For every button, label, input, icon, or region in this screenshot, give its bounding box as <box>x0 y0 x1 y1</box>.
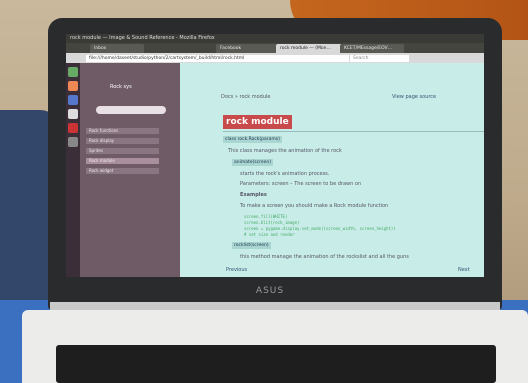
launcher-icon[interactable] <box>68 95 78 105</box>
view-source-link[interactable]: View page source <box>392 94 436 100</box>
search-input[interactable]: Search <box>350 55 409 62</box>
window-titlebar: rock module — Image & Sound Reference - … <box>66 34 484 43</box>
sidebar-item[interactable]: Rock display <box>86 138 159 144</box>
sidebar-item[interactable]: Rock widget <box>86 168 159 174</box>
window-title: rock module — Image & Sound Reference - … <box>70 35 215 41</box>
laptop-screen: rock module — Image & Sound Reference - … <box>66 34 484 277</box>
class-signature: class rock.Rock(params) <box>223 136 282 143</box>
code-line: screen = pygame.display.set_mode((screen… <box>244 226 396 231</box>
title-divider <box>223 131 484 132</box>
sidebar-item[interactable]: Sprites <box>86 148 159 154</box>
examples-text: To make a screen you should make a Rock … <box>240 203 389 209</box>
sidebar-search[interactable] <box>96 106 166 114</box>
launcher-icon[interactable] <box>68 67 78 77</box>
page-title: rock module <box>223 115 292 129</box>
launcher-icon[interactable] <box>68 123 78 133</box>
sidebar-title[interactable]: Rock sys <box>110 84 150 92</box>
tab-inbox[interactable]: Inbox <box>90 44 144 53</box>
launcher-icon[interactable] <box>68 109 78 119</box>
sidebar-item[interactable]: Rock functions <box>86 128 159 134</box>
method-description: starts the rock's animation process. <box>240 171 330 177</box>
examples-heading: Examples <box>240 192 267 198</box>
method-description: this method manage the animation of the … <box>240 254 409 260</box>
launcher-icon[interactable] <box>68 81 78 91</box>
app-launcher <box>66 63 80 277</box>
parameters: Parameters: screen – The screen to be dr… <box>240 181 362 187</box>
code-line: screen.fill(WHITE) <box>244 214 288 219</box>
sidebar-item-selected[interactable]: Rock module <box>86 158 159 164</box>
class-description: This class manages the animation of the … <box>228 148 342 154</box>
keyboard <box>56 345 496 383</box>
tab-other[interactable]: KCET/MEssage/EOV… <box>340 44 404 53</box>
url-field[interactable]: file:///home/daseet/studio/python/2/cart… <box>86 55 349 62</box>
code-line: screen.blit(rock_image) <box>244 220 300 225</box>
code-line: # set size and render <box>244 232 295 237</box>
tab-rock-module[interactable]: rock module — (Mon… <box>276 44 342 53</box>
previous-link[interactable]: Previous <box>226 267 247 273</box>
tab-facebook[interactable]: Facebook <box>216 44 278 53</box>
method-signature: rocklist(screen) <box>232 242 271 249</box>
method-signature: animate(screen) <box>232 159 274 166</box>
tab-strip: Inbox Facebook rock module — (Mon… KCET/… <box>66 43 484 53</box>
launcher-icon[interactable] <box>68 137 78 147</box>
next-link[interactable]: Next <box>458 267 470 273</box>
breadcrumb[interactable]: Docs » rock module <box>221 94 270 100</box>
laptop-brand-logo: ASUS <box>255 286 285 296</box>
